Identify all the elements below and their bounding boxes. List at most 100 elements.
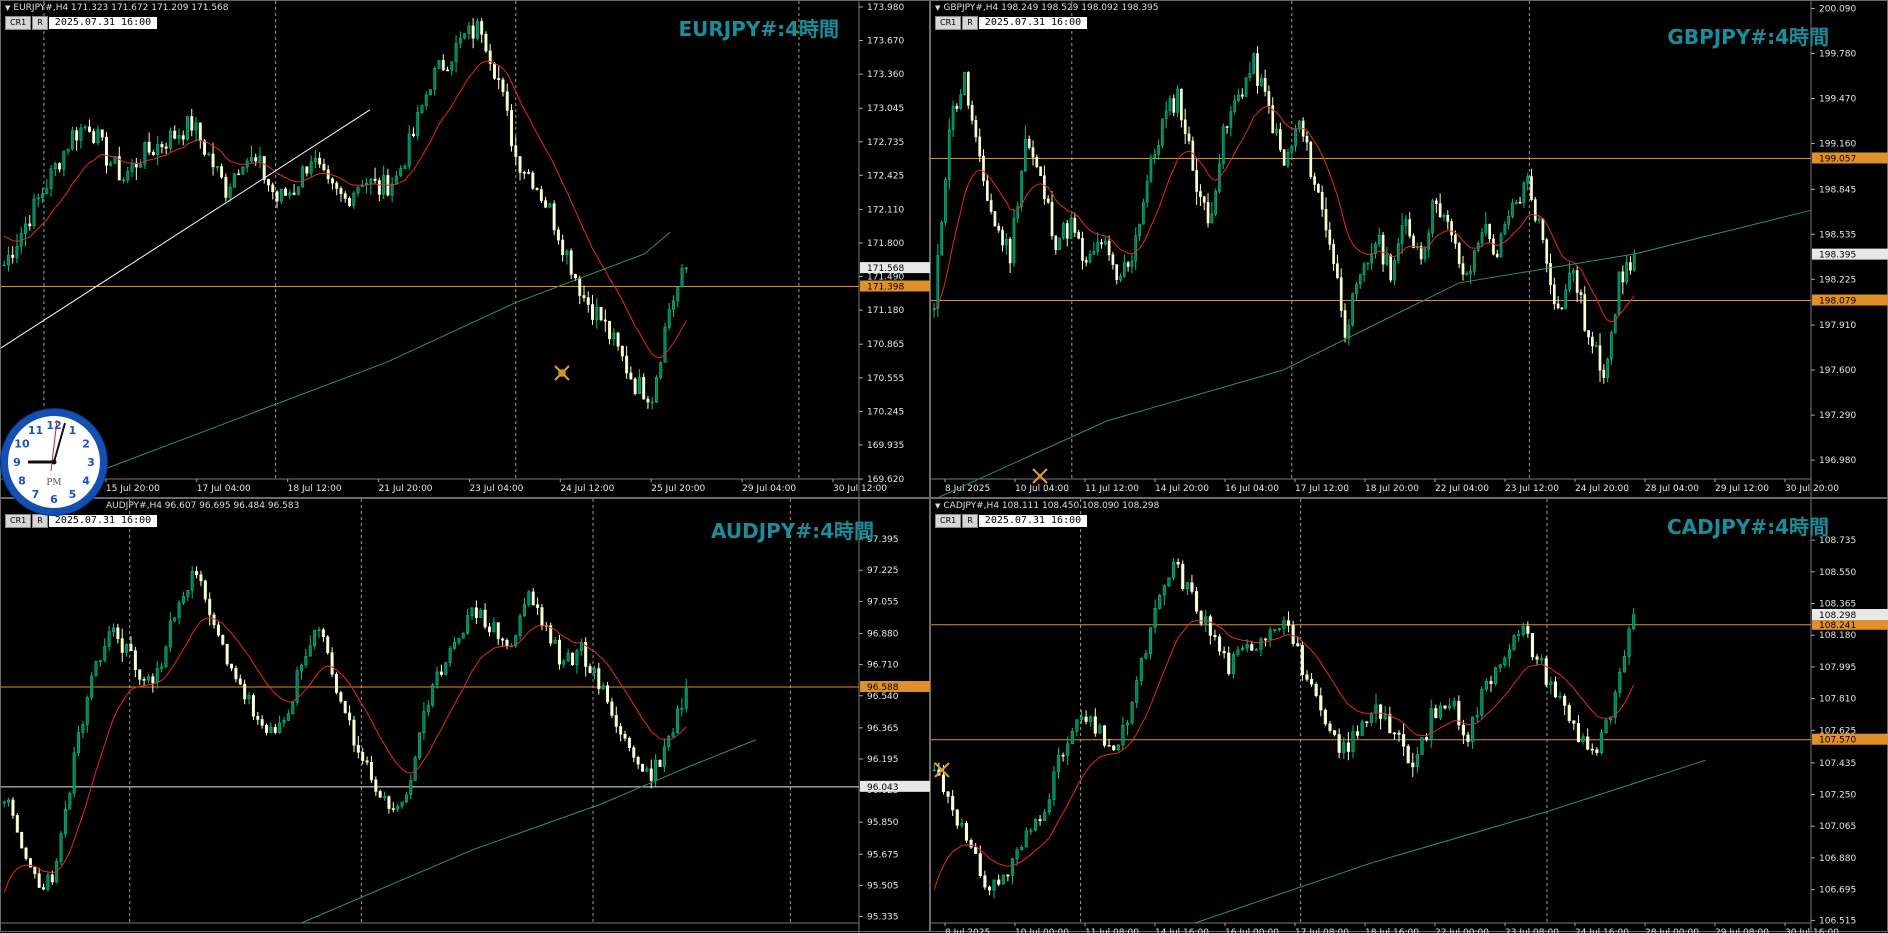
bull-candle (1012, 217, 1016, 264)
cr1-button[interactable]: CR1 (5, 514, 32, 528)
crosshair-tool-icon[interactable] (553, 364, 571, 382)
time-tick-label: 29 Jul 04:00 (742, 484, 796, 494)
bear-candle (1208, 616, 1212, 636)
moving-average-fast (933, 619, 1635, 890)
r-button[interactable]: R (962, 16, 978, 30)
bear-candle (1324, 208, 1328, 231)
cr1-button[interactable]: CR1 (5, 16, 32, 30)
symbol-header: ▼ EURJPY#,H4 171.323 171.672 171.209 171.… (5, 3, 229, 13)
bull-candle (139, 163, 143, 168)
bear-candle (969, 839, 973, 848)
bear-candle (42, 887, 46, 890)
bull-candle (437, 60, 441, 69)
bear-candle (569, 250, 573, 275)
bull-candle (429, 89, 432, 96)
bull-candle (1480, 232, 1484, 244)
bear-candle (369, 761, 373, 781)
r-button[interactable]: R (962, 514, 978, 528)
price-tick-label: 95.850 (867, 818, 899, 828)
bull-candle (667, 736, 671, 748)
bear-candle (1073, 217, 1077, 233)
chart-cadjpy-canvas[interactable]: 108.735108.550108.365108.180107.995107.8… (931, 499, 1888, 933)
bear-candle (974, 120, 978, 138)
bear-candle (1556, 303, 1560, 309)
dropdown-triangle-icon[interactable]: ▼ (935, 4, 940, 12)
price-tick-label: 107.065 (1819, 822, 1856, 832)
time-tick-label: 17 Jul 08:00 (1295, 928, 1349, 933)
bull-candle (1385, 254, 1389, 265)
bear-candle (997, 879, 1001, 885)
bull-candle (1507, 649, 1511, 659)
bull-candle (463, 33, 467, 39)
bull-candle (1423, 248, 1427, 260)
bear-candle (527, 172, 531, 174)
bull-candle (103, 646, 107, 661)
price-tick-label: 106.880 (1819, 854, 1856, 864)
r-button[interactable]: R (32, 16, 48, 30)
bear-candle (1006, 874, 1010, 877)
bull-candle (575, 650, 579, 666)
bull-candle (1066, 743, 1070, 756)
bull-candle (1377, 234, 1381, 245)
r-button[interactable]: R (32, 514, 48, 528)
bear-candle (271, 184, 275, 192)
bear-candle (335, 182, 339, 189)
price-tick-label: 170.555 (867, 374, 904, 384)
bull-candle (70, 130, 74, 150)
bear-candle (497, 78, 501, 81)
bull-candle (601, 685, 605, 690)
bear-candle (1583, 294, 1587, 331)
bear-candle (483, 609, 487, 628)
time-tick-label: 10 Jul 04:00 (1015, 484, 1069, 494)
horizontal-level-label: 96.588 (867, 683, 899, 693)
bear-candle (1093, 716, 1097, 734)
bull-candle (1024, 138, 1027, 172)
chart-audjpy-canvas[interactable]: 97.39597.22597.05596.88096.71096.54096.3… (1, 499, 931, 933)
analog-clock-widget[interactable]: 12 1 2 3 4 5 6 7 8 9 10 11 PM (1, 409, 107, 515)
bull-candle (1362, 263, 1366, 276)
ohlc-readout: GBPJPY#,H4 198.249 198.529 198.092 198.3… (943, 3, 1159, 13)
bear-candle (1339, 277, 1343, 311)
chart-gbpjpy-canvas[interactable]: 200.090 199.780 199.470 199.160 198.845 198.5… (931, 1, 1888, 499)
bull-candle (1498, 664, 1502, 669)
bull-candle (650, 401, 654, 404)
dropdown-triangle-icon[interactable]: ▼ (935, 502, 940, 510)
time-tick-label: 11 Jul 12:00 (1085, 484, 1139, 494)
bull-candle (85, 697, 89, 725)
bear-candle (1365, 721, 1369, 724)
bull-candle (1568, 272, 1571, 290)
bull-candle (548, 203, 552, 208)
cr1-button[interactable]: CR1 (935, 514, 962, 528)
bull-candle (1599, 732, 1604, 753)
bull-candle (416, 112, 420, 137)
chart-toolbar: CR1 R 2025.07.31 16:00 (5, 514, 158, 528)
bull-candle (1033, 819, 1038, 831)
bear-candle (1043, 175, 1046, 200)
crosshair-tool-icon[interactable] (1031, 467, 1049, 485)
bear-candle (75, 130, 79, 141)
cr1-button[interactable]: CR1 (935, 16, 962, 30)
chart-eurjpy-canvas[interactable]: 173.980 173.670 173.360 173.045 172.735 172.4… (1, 1, 931, 499)
time-tick-label: 23 Jul 08:00 (1505, 928, 1559, 933)
bull-candle (313, 629, 317, 647)
bull-candle (1176, 88, 1179, 113)
chart-audjpy[interactable]: 97.395 97.225 97.055 96.880 96.710 96.540 96.3… (0, 498, 931, 933)
crosshair-tool-icon[interactable] (933, 761, 951, 779)
bear-candle (1054, 235, 1058, 250)
bull-candle (1342, 742, 1346, 753)
bear-candle (636, 756, 640, 765)
price-tick-label: 196.980 (1819, 456, 1856, 466)
bull-candle (278, 722, 282, 733)
bull-candle (53, 163, 57, 170)
bull-candle (72, 752, 76, 794)
bull-candle (1157, 145, 1160, 155)
bear-candle (164, 146, 168, 149)
dropdown-triangle-icon[interactable]: ▼ (5, 4, 10, 12)
chart-eurjpy[interactable]: 173.980 173.670 173.360 173.045 172.735 172.4… (0, 0, 931, 499)
bull-candle (1020, 846, 1024, 851)
bear-candle (1434, 708, 1438, 719)
chart-gbpjpy[interactable]: 200.090 199.780 199.470 199.160 198.845 198.5… (930, 0, 1888, 499)
bear-candle (1587, 330, 1590, 338)
chart-cadjpy[interactable]: 108.735 108.550 108.365 108.180 107.995 107.8… (930, 498, 1888, 933)
bear-candle (326, 636, 330, 653)
